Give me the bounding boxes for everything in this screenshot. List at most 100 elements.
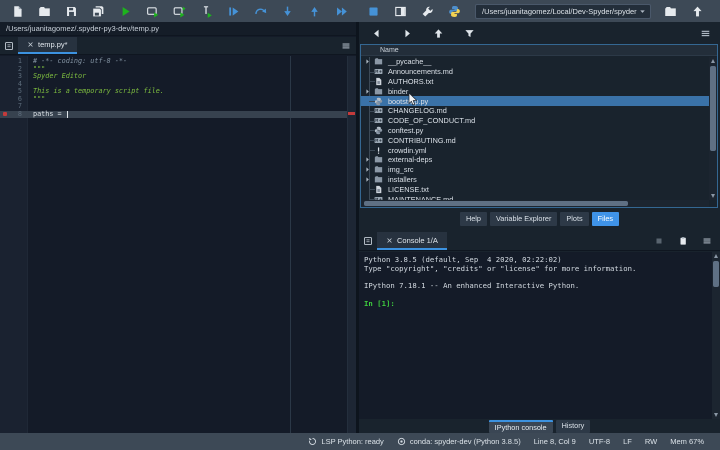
code-text: """: [33, 94, 46, 103]
run-selection-button[interactable]: [197, 2, 215, 20]
working-directory-combo[interactable]: /Users/juanitagomez/Local/Dev-Spyder/spy…: [475, 3, 651, 19]
expand-arrow-icon[interactable]: [361, 156, 374, 163]
files-column-header[interactable]: Name: [361, 45, 717, 56]
debug-run-button[interactable]: [224, 2, 242, 20]
text-caret: [67, 110, 68, 118]
console-panel: Console 1/A Python 3.8.5 (default, Sep 4…: [359, 232, 720, 433]
preferences-button[interactable]: [418, 2, 436, 20]
browse-console-tabs-button[interactable]: [359, 232, 377, 250]
editor-line-6[interactable]: 6 """: [0, 94, 347, 104]
file-row-__pycache__[interactable]: __pycache__: [361, 57, 709, 67]
plugin-tab-bar: Help Variable Explorer Plots Files: [359, 212, 720, 226]
tab-variable-explorer[interactable]: Variable Explorer: [489, 212, 558, 226]
file-name: img_src: [388, 165, 414, 175]
scrollflag-column[interactable]: [347, 56, 356, 433]
file-row-CODE_OF_CONDUCT.md[interactable]: CODE_OF_CONDUCT.md: [361, 116, 709, 126]
console-tab[interactable]: Console 1/A: [377, 232, 447, 250]
console-output[interactable]: Python 3.8.5 (default, Sep 4 2020, 02:22…: [359, 252, 720, 419]
new-console-icon[interactable]: [678, 236, 688, 246]
save-all-button[interactable]: [89, 2, 107, 20]
tab-history[interactable]: History: [555, 420, 591, 433]
editor-tab-temp-py[interactable]: temp.py*: [18, 37, 77, 54]
maximize-pane-button[interactable]: [391, 2, 409, 20]
right-pane: Name __pycache__ Announcements.md AUTHORS.…: [359, 22, 720, 433]
editor-options-menu-icon[interactable]: [341, 37, 356, 54]
step-into-button[interactable]: [278, 2, 296, 20]
file-row-external-deps[interactable]: external-deps: [361, 155, 709, 165]
close-icon[interactable]: [386, 237, 393, 244]
files-panel: Name __pycache__ Announcements.md AUTHORS.…: [359, 22, 720, 228]
console-vertical-scrollbar[interactable]: [712, 252, 720, 419]
step-return-button[interactable]: [305, 2, 323, 20]
tab-plots[interactable]: Plots: [560, 212, 589, 226]
filter-icon[interactable]: [460, 24, 478, 42]
lsp-status: LSP Python: ready: [308, 437, 384, 446]
tab-files[interactable]: Files: [591, 212, 620, 226]
md-file-icon: [374, 67, 384, 77]
console-banner-line: Type "copyright", "credits" or "license"…: [364, 263, 637, 273]
file-tree-view: Name __pycache__ Announcements.md AUTHORS.…: [360, 44, 718, 208]
tab-ipython-console[interactable]: IPython console: [488, 420, 553, 433]
run-button[interactable]: [116, 2, 134, 20]
close-icon[interactable]: [27, 41, 34, 48]
main-area: /Users/juanitagomez/.spyder-py3-dev/temp…: [0, 22, 720, 433]
expand-arrow-icon[interactable]: [361, 58, 374, 65]
code-text: This is a temporary script file.: [33, 87, 164, 95]
main-toolbar: /Users/juanitagomez/Local/Dev-Spyder/spy…: [0, 0, 720, 22]
console-prompt[interactable]: In [1]:: [364, 299, 720, 309]
toolbar-right-group: [364, 2, 463, 20]
console-tab-label: Console 1/A: [397, 235, 438, 245]
editor-line-1[interactable]: 1 # -*- coding: utf-8 -*-: [0, 57, 347, 66]
files-toolbar: [359, 22, 720, 44]
file-row-installers[interactable]: installers: [361, 175, 709, 185]
file-row-crowdin.yml[interactable]: crowdin.yml: [361, 145, 709, 155]
expand-arrow-icon[interactable]: [361, 166, 374, 173]
python-env-button[interactable]: [445, 2, 463, 20]
console-banner-line: IPython 7.18.1 -- An enhanced Interactiv…: [364, 281, 580, 291]
run-cell-button[interactable]: [143, 2, 161, 20]
folder-file-icon: [374, 86, 384, 96]
editor-file-path: /Users/juanitagomez/.spyder-py3-dev/temp…: [0, 22, 356, 36]
expand-arrow-icon[interactable]: [361, 176, 374, 183]
lsp-icon: [308, 437, 317, 446]
file-row-Announcements.md[interactable]: Announcements.md: [361, 67, 709, 77]
file-row-conftest.py[interactable]: conftest.py: [361, 126, 709, 136]
editor-line-5[interactable]: 5 This is a temporary script file.: [0, 87, 347, 96]
code-editor[interactable]: 1 # -*- coding: utf-8 -*- 2 """ 3 Spyder Edit…: [0, 56, 356, 433]
console-options-menu-icon[interactable]: [702, 236, 712, 246]
browse-working-directory-button[interactable]: [661, 2, 679, 20]
editor-line-3[interactable]: 3 Spyder Editor: [0, 72, 347, 81]
step-over-button[interactable]: [251, 2, 269, 20]
files-vertical-scrollbar[interactable]: [709, 57, 717, 200]
files-options-menu-icon[interactable]: [696, 24, 714, 42]
editor-tab-label: temp.py*: [38, 40, 68, 49]
file-row-AUTHORS.txt[interactable]: AUTHORS.txt: [361, 77, 709, 87]
files-horizontal-scrollbar[interactable]: [361, 200, 709, 207]
console-banner-line: [364, 291, 720, 300]
file-row-CONTRIBUTING.md[interactable]: CONTRIBUTING.md: [361, 135, 709, 145]
debug-continue-button[interactable]: [332, 2, 350, 20]
editor-line-8[interactable]: 8 paths =: [0, 110, 347, 118]
conda-env-status[interactable]: conda: spyder-dev (Python 3.8.5): [397, 437, 521, 446]
working-directory-parent-button[interactable]: [688, 2, 706, 20]
run-cell-advance-button[interactable]: [170, 2, 188, 20]
browse-tabs-button[interactable]: [0, 37, 18, 54]
stop-button[interactable]: [364, 2, 382, 20]
files-previous-button[interactable]: [367, 24, 385, 42]
file-row-img_src[interactable]: img_src: [361, 165, 709, 175]
tab-help[interactable]: Help: [459, 212, 487, 226]
txt-file-icon: [374, 184, 384, 194]
cursor-position-status: Line 8, Col 9: [533, 437, 576, 446]
expand-arrow-icon[interactable]: [361, 88, 374, 95]
file-name: external-deps: [388, 155, 433, 165]
chevron-down-icon[interactable]: [638, 7, 647, 16]
file-row-CHANGELOG.md[interactable]: CHANGELOG.md: [361, 106, 709, 116]
open-file-button[interactable]: [35, 2, 53, 20]
files-next-button[interactable]: [398, 24, 416, 42]
new-file-button[interactable]: [8, 2, 26, 20]
file-row-LICENSE.txt[interactable]: LICENSE.txt: [361, 184, 709, 194]
folder-file-icon: [374, 155, 384, 165]
files-parent-button[interactable]: [429, 24, 447, 42]
save-button[interactable]: [62, 2, 80, 20]
interrupt-kernel-icon[interactable]: [654, 236, 664, 246]
